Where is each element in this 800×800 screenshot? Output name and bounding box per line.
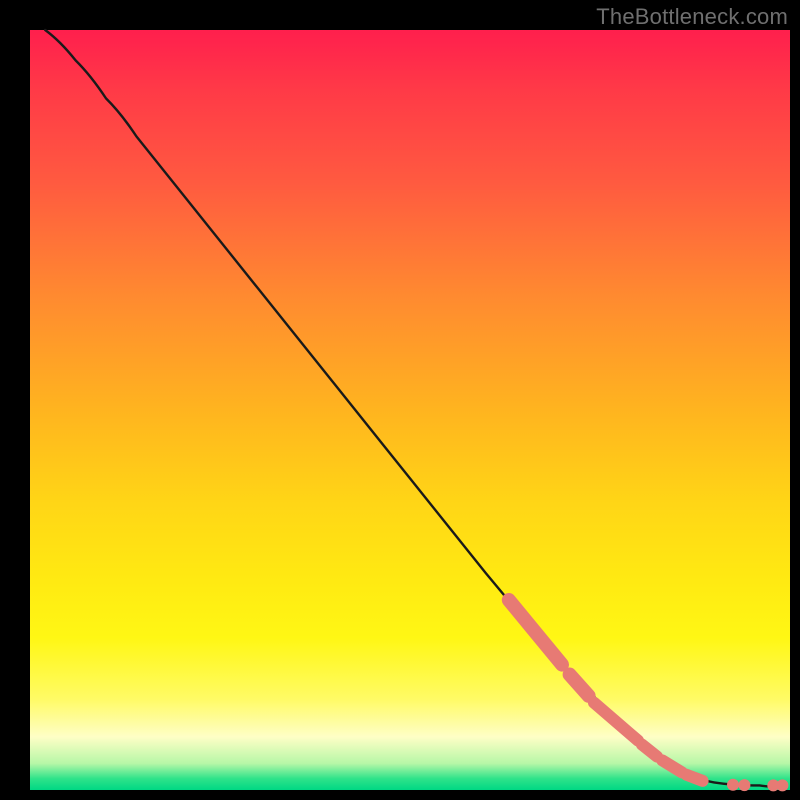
highlight-segment: [570, 675, 589, 696]
highlight-segment: [509, 600, 562, 665]
highlight-dot: [776, 779, 788, 791]
plot-area: [30, 30, 790, 790]
watermark-text: TheBottleneck.com: [596, 4, 788, 30]
chart-svg: [30, 30, 790, 790]
highlight-dot: [738, 779, 750, 791]
chart-stage: TheBottleneck.com: [0, 0, 800, 800]
data-curve: [45, 30, 782, 786]
highlight-segment: [687, 775, 703, 781]
highlight-segment: [642, 744, 657, 756]
highlight-segment: [662, 760, 682, 772]
highlight-segment: [594, 703, 638, 741]
highlight-markers: [509, 600, 789, 791]
highlight-dot: [727, 779, 739, 791]
